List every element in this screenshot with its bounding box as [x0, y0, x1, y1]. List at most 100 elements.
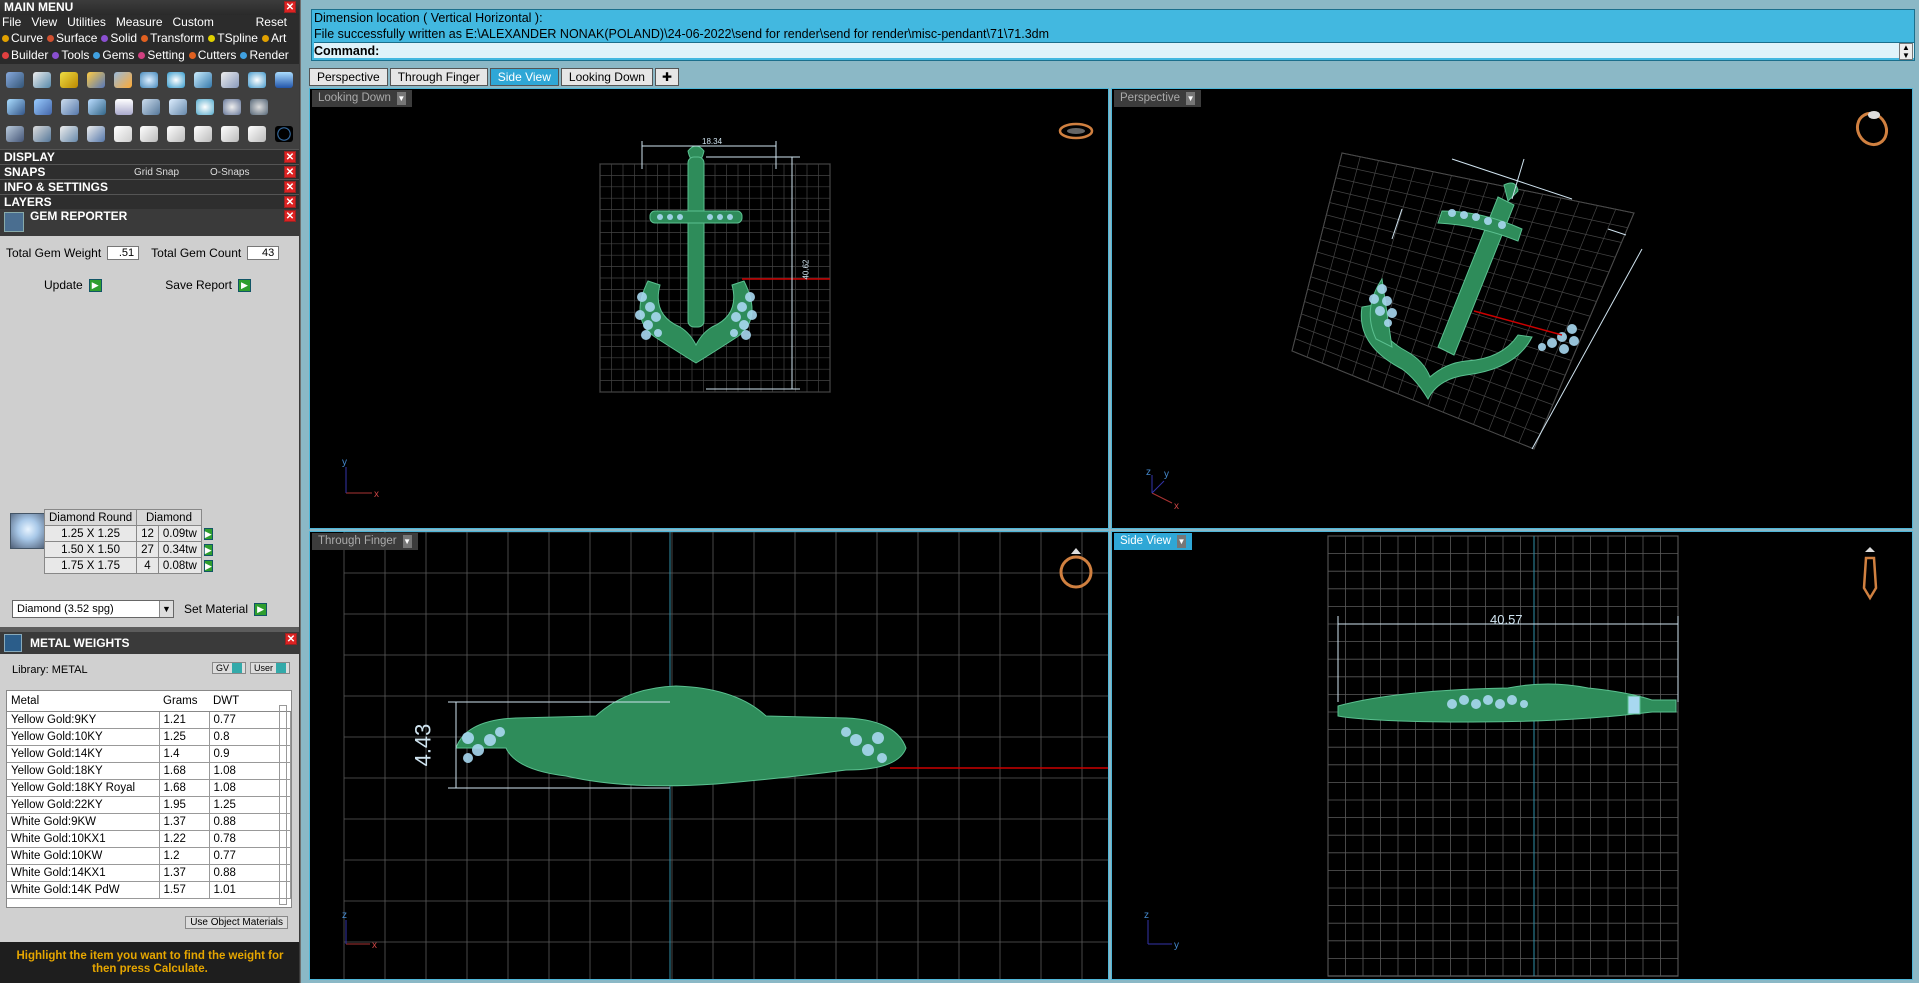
add-tab-button[interactable]: ✚: [654, 68, 680, 86]
flow-tool-icon[interactable]: [217, 121, 244, 146]
snaps-section[interactable]: SNAPS Grid Snap O-Snaps ✕: [0, 164, 299, 179]
category-art[interactable]: Art: [261, 30, 286, 47]
menu-utilities[interactable]: Utilities: [67, 15, 106, 30]
tab-through-finger[interactable]: Through Finger: [389, 68, 488, 86]
curve-tool-icon[interactable]: [2, 67, 29, 92]
select-gems-button[interactable]: ▶: [204, 559, 213, 572]
info-settings-section[interactable]: INFO & SETTINGS ✕: [0, 179, 299, 194]
user-toggle[interactable]: User: [249, 662, 290, 674]
viewport-perspective[interactable]: Perspective ▼ x z y: [1111, 88, 1913, 529]
gv-toggle[interactable]: GV: [211, 662, 246, 674]
viewport-label[interactable]: Through Finger ▼: [312, 533, 418, 550]
close-icon[interactable]: ✕: [284, 196, 296, 208]
network-tool-icon[interactable]: [245, 94, 272, 119]
surface-tool-icon[interactable]: [109, 67, 136, 92]
tab-side-view[interactable]: Side View: [489, 68, 559, 86]
viewport-looking-down[interactable]: Looking Down ▼ x y 18.34 40.62: [309, 88, 1109, 529]
category-curve[interactable]: Curve: [2, 30, 43, 47]
scale-tool-icon[interactable]: [56, 121, 83, 146]
loft-tool-icon[interactable]: [82, 67, 109, 92]
category-tspline[interactable]: TSpline: [208, 30, 258, 47]
viewport-side-view[interactable]: Side View ▼ y z 40.57: [1111, 531, 1913, 980]
gear-icon[interactable]: [243, 67, 270, 92]
circle-tool-icon[interactable]: [270, 121, 297, 146]
table-row[interactable]: 1.75 X 1.75 4 0.08tw ▶: [43, 557, 214, 574]
menu-custom[interactable]: Custom: [173, 15, 214, 30]
snap-tool-icon[interactable]: [218, 94, 245, 119]
table-row[interactable]: Yellow Gold:10KY 1.25 0.8: [7, 728, 291, 746]
category-solid[interactable]: Solid: [101, 30, 137, 47]
camera-tool-icon[interactable]: [217, 67, 244, 92]
arc-tool-icon[interactable]: [29, 121, 56, 146]
tab-perspective[interactable]: Perspective: [309, 68, 388, 86]
transform-tool-icon[interactable]: [190, 67, 217, 92]
menu-file[interactable]: File: [2, 15, 21, 30]
category-render[interactable]: Render: [240, 47, 289, 64]
viewport-label[interactable]: Looking Down ▼: [312, 90, 412, 107]
align-tool-icon[interactable]: [2, 121, 29, 146]
menu-view[interactable]: View: [31, 15, 57, 30]
table-row[interactable]: Yellow Gold:14KY 1.4 0.9: [7, 745, 291, 763]
command-input[interactable]: Command:: [314, 42, 1914, 58]
mirror-tool-icon[interactable]: [163, 121, 190, 146]
update-button[interactable]: Update ▶: [44, 278, 102, 292]
reset-button[interactable]: Reset: [256, 15, 287, 30]
table-row[interactable]: Yellow Gold:9KY 1.21 0.77: [7, 711, 291, 729]
category-builder[interactable]: Builder: [2, 47, 48, 64]
table-row[interactable]: White Gold:14K PdW 1.57 1.01: [7, 881, 291, 899]
tab-looking-down[interactable]: Looking Down: [560, 68, 653, 86]
rotate-tool-icon[interactable]: [136, 121, 163, 146]
close-icon[interactable]: ✕: [284, 151, 296, 163]
viewport-through-finger[interactable]: Through Finger ▼ x z 4.43: [309, 531, 1109, 980]
table-row[interactable]: Yellow Gold:18KY Royal 1.68 1.08: [7, 779, 291, 797]
settings-tool-icon[interactable]: [191, 94, 218, 119]
layers-tool-icon[interactable]: [56, 94, 83, 119]
info-icon[interactable]: [270, 67, 297, 92]
viewport-label[interactable]: Perspective ▼: [1114, 90, 1202, 107]
wrench-tool-icon[interactable]: [137, 94, 164, 119]
pipe-tool-icon[interactable]: [56, 67, 83, 92]
table-row[interactable]: White Gold:9KW 1.37 0.88: [7, 813, 291, 831]
save-report-button[interactable]: Save Report ▶: [165, 278, 251, 292]
menu-measure[interactable]: Measure: [116, 15, 163, 30]
diamond-tool-icon[interactable]: [29, 94, 56, 119]
panel-tool-icon[interactable]: [83, 94, 110, 119]
table-row[interactable]: 1.25 X 1.25 12 0.09tw ▶: [43, 525, 214, 542]
category-cutters[interactable]: Cutters: [188, 47, 236, 64]
category-transform[interactable]: Transform: [141, 30, 204, 47]
display-section[interactable]: DISPLAY ✕: [0, 149, 299, 164]
close-icon[interactable]: ✕: [285, 633, 297, 645]
page-tool-icon[interactable]: [110, 94, 137, 119]
category-gems[interactable]: Gems: [93, 47, 134, 64]
scroll-arrows-icon[interactable]: ▲ ▼: [1899, 43, 1913, 60]
table-row[interactable]: White Gold:10KW 1.2 0.77: [7, 847, 291, 865]
category-tools[interactable]: Tools: [52, 47, 89, 64]
use-object-materials-toggle[interactable]: Use Object Materials: [185, 916, 288, 929]
close-icon[interactable]: ✕: [284, 210, 296, 222]
ring-tool-icon[interactable]: [163, 67, 190, 92]
grid-snap-toggle[interactable]: Grid Snap: [134, 165, 179, 180]
table-row[interactable]: White Gold:14KX1 1.37 0.88: [7, 864, 291, 882]
box-tool-icon[interactable]: [2, 94, 29, 119]
move-arrows-icon[interactable]: [109, 121, 136, 146]
bend-tool-icon[interactable]: [82, 121, 109, 146]
table-row[interactable]: White Gold:10KX1 1.22 0.78: [7, 830, 291, 848]
table-row[interactable]: Yellow Gold:18KY 1.68 1.08: [7, 762, 291, 780]
move-tool-icon[interactable]: [164, 94, 191, 119]
close-icon[interactable]: ✕: [284, 1, 296, 13]
table-row[interactable]: 1.50 X 1.50 27 0.34tw ▶: [43, 541, 214, 558]
close-icon[interactable]: ✕: [284, 181, 296, 193]
scrollbar[interactable]: [279, 705, 287, 905]
select-gems-button[interactable]: ▶: [203, 543, 213, 556]
o-snaps-toggle[interactable]: O-Snaps: [210, 165, 249, 180]
layers-section[interactable]: LAYERS ✕: [0, 194, 299, 209]
category-setting[interactable]: Setting: [138, 47, 185, 64]
viewport-label[interactable]: Side View ▼: [1114, 533, 1192, 550]
material-select[interactable]: Diamond (3.52 spg) ▼: [12, 600, 174, 618]
deform-tool-icon[interactable]: [243, 121, 270, 146]
category-surface[interactable]: Surface: [47, 30, 97, 47]
gem-tool-icon[interactable]: [136, 67, 163, 92]
set-material-button[interactable]: Set Material ▶: [184, 602, 268, 616]
array-tool-icon[interactable]: [190, 121, 217, 146]
select-gems-button[interactable]: ▶: [203, 527, 213, 540]
